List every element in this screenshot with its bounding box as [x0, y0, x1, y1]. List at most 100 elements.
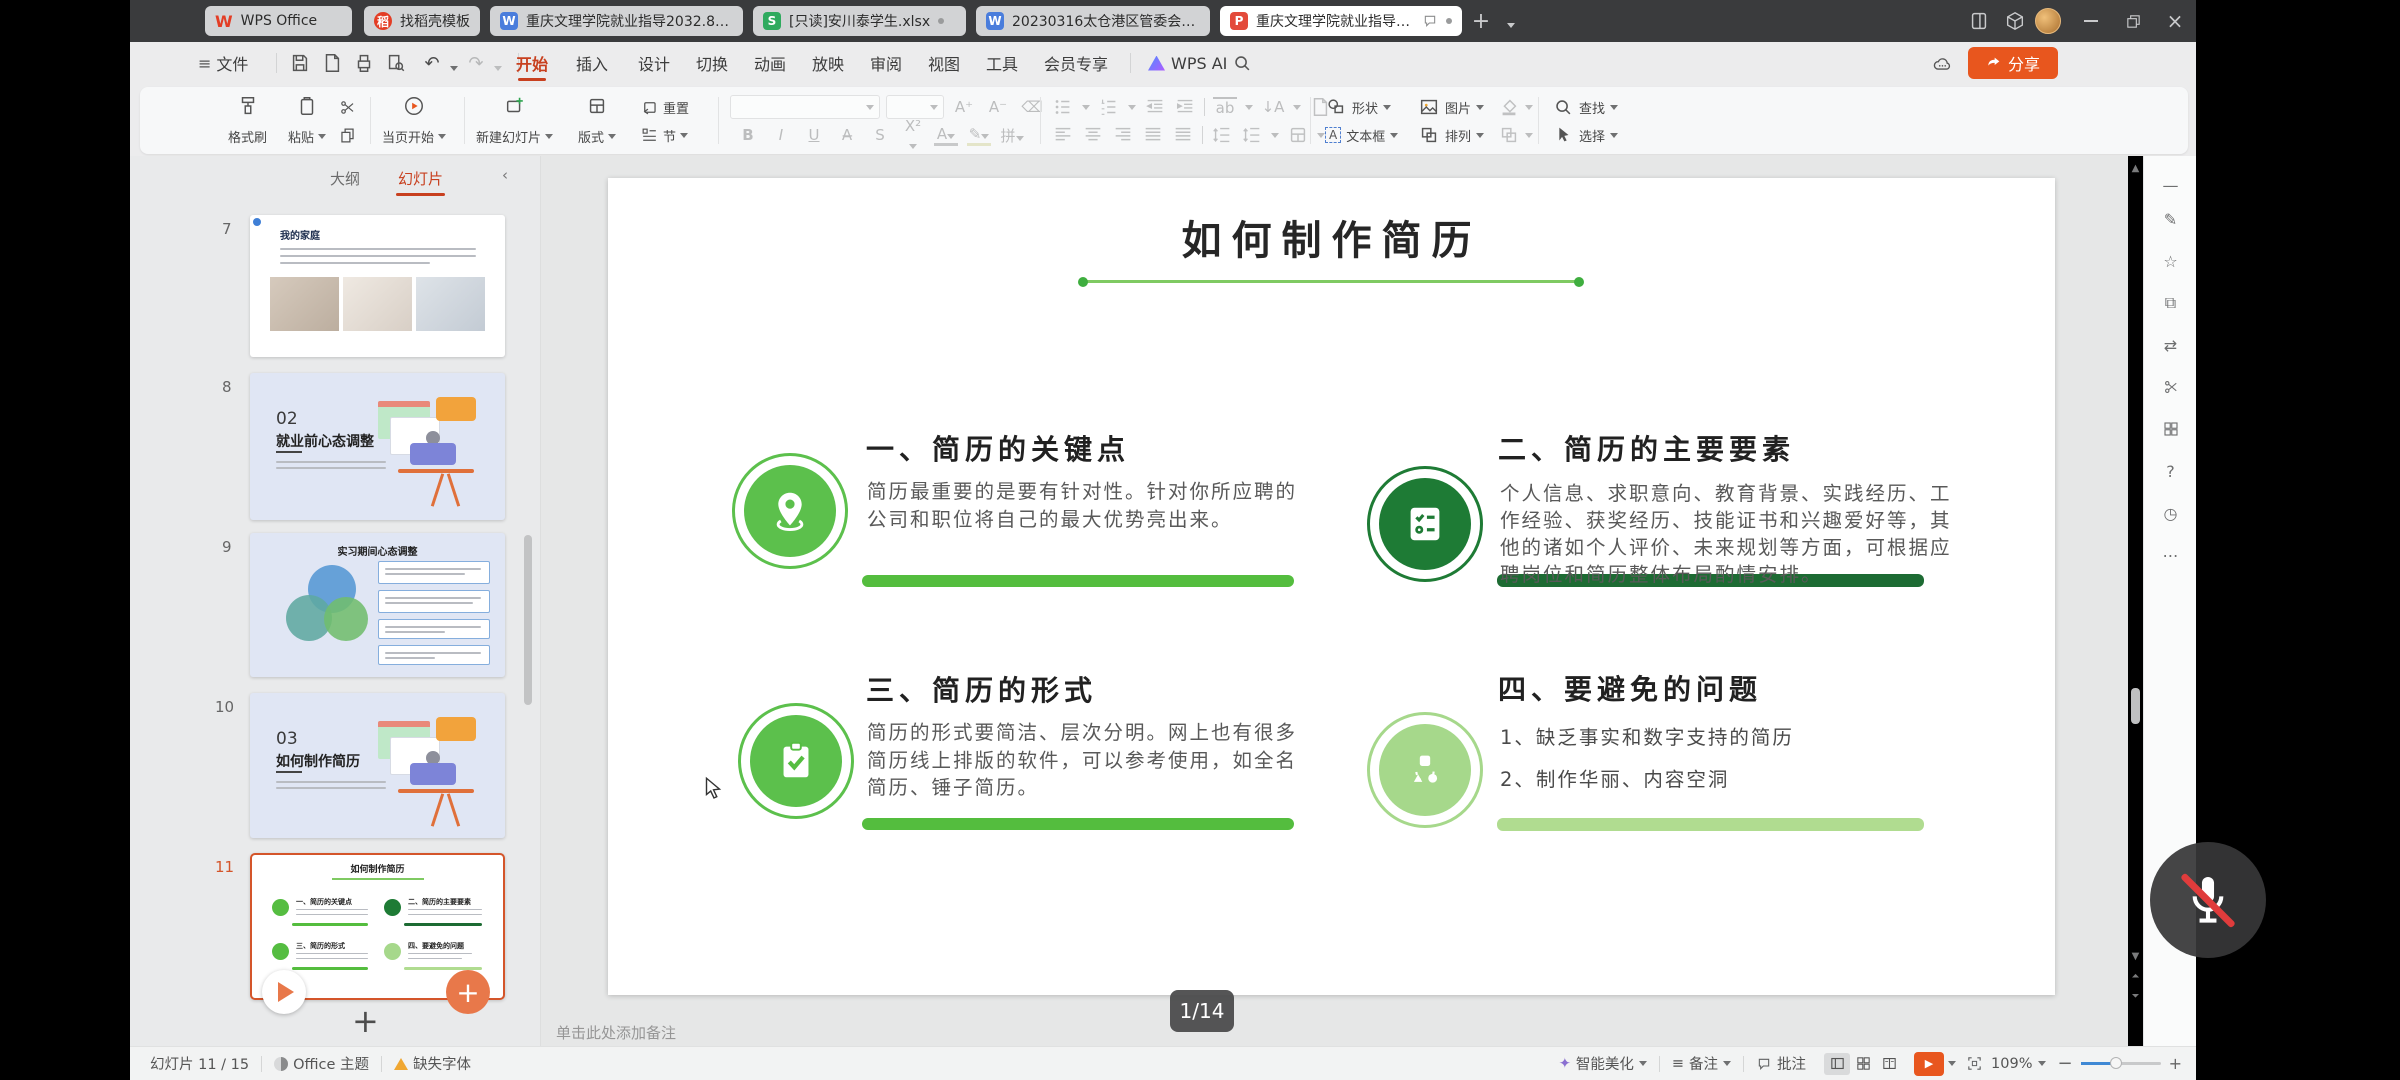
para-spacing-icon[interactable] — [1241, 124, 1263, 146]
minimize-button[interactable] — [2070, 0, 2112, 42]
tab-doc-1[interactable]: W 重庆文理学院就业指导2032.8.11.doc — [490, 6, 743, 36]
grid-tool-icon[interactable] — [2144, 414, 2197, 444]
slide-thumbnail-9[interactable]: 实习期间心态调整 — [250, 533, 505, 677]
slide-thumbnail-10[interactable]: 03 如何制作简历 — [250, 693, 505, 838]
next-slide-button[interactable]: ⏷ — [2128, 988, 2143, 1004]
redo-icon[interactable]: ↷ — [464, 51, 488, 75]
menu-tools[interactable]: 工具 — [980, 42, 1024, 84]
zoom-slider[interactable] — [2081, 1062, 2161, 1065]
scroll-up-icon[interactable]: ▲ — [2128, 160, 2143, 176]
cut-button[interactable] — [338, 93, 357, 121]
tab-ppt-active[interactable]: P 重庆文理学院就业指导讲座.pp — [1220, 6, 1462, 36]
print-icon[interactable] — [352, 51, 376, 75]
align-left-icon[interactable] — [1052, 124, 1074, 146]
tab-xlsx[interactable]: S [只读]安川泰学生.xlsx — [753, 6, 966, 36]
phonetic-button[interactable]: 拼 — [1000, 125, 1024, 146]
mic-muted-overlay-button[interactable] — [2150, 842, 2266, 958]
save-icon[interactable] — [288, 51, 312, 75]
menu-member[interactable]: 会员专享 — [1038, 42, 1114, 84]
tab-list-button[interactable] — [1498, 12, 1524, 38]
line-spacing-icon[interactable] — [1211, 124, 1233, 146]
zoom-out-button[interactable]: − — [2058, 1053, 2073, 1074]
play-slideshow-overlay-button[interactable] — [262, 970, 306, 1014]
italic-button[interactable]: I — [769, 126, 793, 144]
properties-icon[interactable]: ✎ — [2144, 204, 2197, 234]
favorites-icon[interactable]: ☆ — [2144, 246, 2197, 276]
quick-add-slide-overlay-button[interactable]: + — [446, 970, 490, 1014]
tab-outline[interactable]: 大纲 — [330, 168, 360, 189]
missing-font-warning[interactable]: 缺失字体 — [394, 1053, 471, 1074]
notes-placeholder[interactable]: 单击此处添加备注 — [556, 1022, 676, 1043]
align-right-icon[interactable] — [1112, 124, 1134, 146]
search-icon[interactable] — [1230, 51, 1254, 75]
workspace-cube-icon[interactable] — [1994, 0, 2036, 42]
menu-transition[interactable]: 切换 — [690, 42, 734, 84]
tab-slides[interactable]: 幻灯片 — [398, 168, 443, 189]
reset-button[interactable]: 重置 — [640, 93, 689, 121]
menu-file[interactable]: ≡ 文件 — [192, 42, 254, 84]
zoom-slider-handle[interactable] — [2110, 1057, 2122, 1069]
justify-icon[interactable] — [1142, 124, 1164, 146]
zoom-level[interactable]: 109% — [1991, 1056, 2045, 1072]
theme-button[interactable]: Office 主题 — [274, 1053, 369, 1074]
new-slide-button[interactable]: 新建幻灯片 — [476, 92, 553, 149]
arrange-button[interactable]: 排列 — [1418, 121, 1484, 149]
shapes-button[interactable]: 形状 — [1325, 93, 1391, 121]
export-icon[interactable] — [320, 51, 344, 75]
vertical-text-icon[interactable]: ↓A — [1261, 98, 1285, 116]
superscript-button[interactable]: X² — [901, 117, 925, 153]
tab-docer[interactable]: 稻 找稻壳模板 — [364, 6, 480, 36]
undo-icon[interactable]: ↶ — [420, 51, 444, 75]
new-tab-button[interactable]: + — [1468, 8, 1494, 34]
slide-editing-area[interactable]: 如何制作简历 一、简历的关键点 简历最重要的是要有针对性。针对你所应聘的公司和职… — [608, 178, 2055, 995]
clock-icon[interactable]: ◷ — [2144, 498, 2197, 528]
underline-button[interactable]: U — [802, 126, 826, 144]
canvas-scrollbar-thumb[interactable] — [2131, 688, 2140, 724]
restore-button[interactable] — [2112, 0, 2154, 42]
align-center-icon[interactable] — [1082, 124, 1104, 146]
layout-button[interactable]: 版式 — [578, 92, 616, 149]
distribute-icon[interactable] — [1172, 124, 1194, 146]
slide-thumbnail-8[interactable]: 02 就业前心态调整 — [250, 373, 505, 520]
tab-wps-home[interactable]: W WPS Office — [205, 6, 352, 36]
collapse-panel-icon[interactable]: ‹ — [502, 166, 508, 184]
strike-button[interactable]: A̶ — [835, 126, 859, 144]
decrease-font-icon[interactable]: A⁻ — [986, 98, 1010, 116]
textbox-button[interactable]: A 文本框 — [1325, 121, 1398, 149]
view-reading-button[interactable] — [1876, 1053, 1902, 1075]
font-family-select[interactable] — [730, 95, 880, 119]
increase-font-icon[interactable]: A⁺ — [952, 98, 976, 116]
cut-tool-icon[interactable] — [2144, 372, 2197, 402]
font-color-button[interactable]: A — [934, 125, 958, 146]
shadow-button[interactable]: S — [868, 126, 892, 144]
fill-color-button[interactable] — [1498, 93, 1533, 121]
comments-button[interactable]: 批注 — [1756, 1053, 1806, 1074]
outline-color-button[interactable] — [1498, 121, 1533, 149]
play-options-caret[interactable] — [1948, 1061, 1956, 1066]
smart-beautify-button[interactable]: ✦ 智能美化 — [1559, 1053, 1647, 1074]
add-slide-button[interactable]: + — [352, 1002, 379, 1040]
share-button[interactable]: 分享 — [1968, 47, 2058, 79]
picture-button[interactable]: 图片 — [1418, 93, 1484, 121]
menu-review[interactable]: 审阅 — [864, 42, 908, 84]
menu-home[interactable]: 开始 — [510, 42, 554, 84]
menu-design[interactable]: 设计 — [632, 42, 676, 84]
close-button[interactable]: × — [2154, 0, 2196, 42]
text-align-vertical-icon[interactable] — [1287, 124, 1309, 146]
text-direction-icon[interactable]: ab — [1213, 97, 1237, 117]
select-button[interactable]: 选择 — [1552, 121, 1618, 149]
redo-caret[interactable] — [486, 56, 510, 80]
tab-doc-2[interactable]: W 20230316太仓港区管委会2023招聘 — [976, 6, 1210, 36]
notes-button[interactable]: ≡ 备注 — [1672, 1053, 1731, 1074]
paste-button[interactable]: 粘贴 — [288, 92, 326, 149]
view-normal-button[interactable] — [1824, 1053, 1850, 1075]
menu-animation[interactable]: 动画 — [748, 42, 792, 84]
section-button[interactable]: 节 — [640, 121, 688, 149]
slide-thumbnail-7[interactable]: 我的家庭 — [250, 215, 505, 357]
font-size-select[interactable] — [886, 95, 944, 119]
print-preview-icon[interactable] — [384, 51, 408, 75]
increase-indent-icon[interactable] — [1174, 96, 1196, 118]
avatar[interactable] — [2035, 8, 2061, 34]
fit-window-button[interactable] — [1966, 1055, 1983, 1072]
format-painter-button[interactable]: 格式刷 — [228, 92, 267, 149]
